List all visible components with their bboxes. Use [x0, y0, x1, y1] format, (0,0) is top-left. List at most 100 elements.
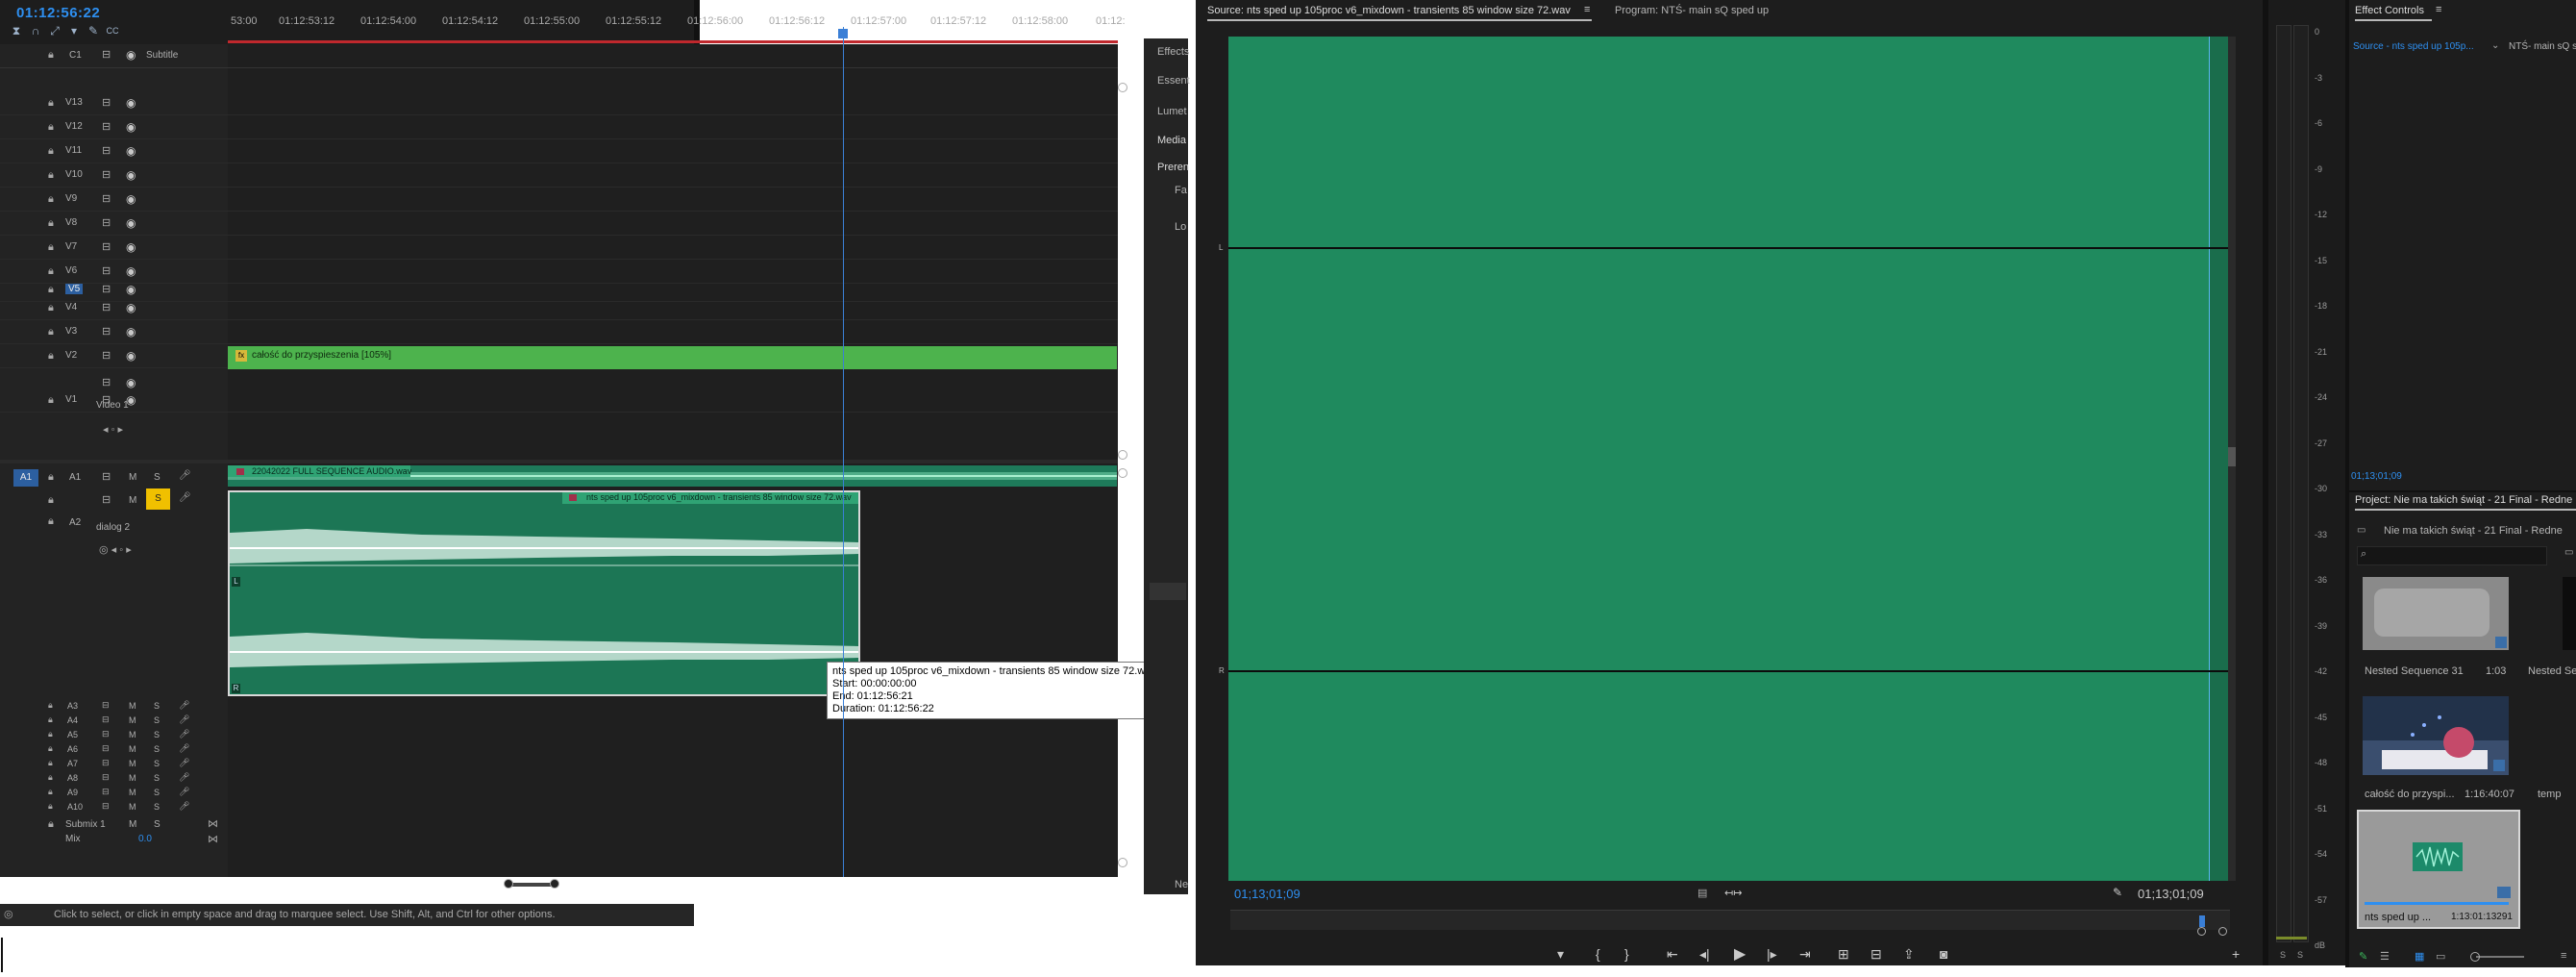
- audio-track-header[interactable]: 🔒︎ A3 ⊟ M S 🎤︎: [0, 700, 228, 714]
- eye-icon[interactable]: ◉: [126, 240, 136, 254]
- new-bin-icon[interactable]: ▭: [2564, 547, 2573, 558]
- track-name[interactable]: V9: [65, 193, 77, 204]
- program-tab[interactable]: Program: NTŚ- main sQ sped up: [1615, 5, 1769, 16]
- scroll-handle-bottom[interactable]: [1118, 858, 1127, 867]
- audio-track-header[interactable]: 🔒︎ A7 ⊟ M S 🎤︎: [0, 758, 228, 771]
- source-scroll-thumb[interactable]: [2228, 447, 2236, 466]
- chevron-down-icon[interactable]: ⌄: [2491, 40, 2499, 51]
- lock-icon[interactable]: 🔒︎: [48, 743, 53, 754]
- thumbnail-zoom-slider[interactable]: [2476, 956, 2524, 958]
- timeline-timecode[interactable]: 01:12:56:22: [16, 5, 100, 21]
- thumbnail-zoom-handle[interactable]: [2470, 952, 2480, 962]
- source-zoom-handle-r[interactable]: [2218, 927, 2227, 936]
- video-track-header[interactable]: 🔒︎ V5 ⊟ ◉: [0, 282, 228, 301]
- linked-selection-icon[interactable]: ∩: [27, 22, 44, 39]
- source-timecode-left[interactable]: 01;13;01;09: [1234, 887, 1300, 901]
- sync-lock-icon[interactable]: ⊟: [102, 96, 111, 109]
- export-frame-icon[interactable]: ⇪: [1903, 946, 1915, 963]
- source-waveform-area[interactable]: [1228, 37, 2228, 881]
- lock-icon[interactable]: 🔒︎: [48, 169, 54, 182]
- sync-lock-icon[interactable]: ⊟: [102, 168, 111, 181]
- go-to-in-icon[interactable]: ⇤: [1667, 946, 1678, 963]
- mute-button[interactable]: M: [129, 744, 136, 754]
- lock-icon[interactable]: 🔒︎: [48, 302, 54, 314]
- mute-button[interactable]: M: [129, 773, 136, 783]
- voiceover-record-icon[interactable]: 🎤︎: [179, 470, 191, 481]
- step-forward-icon[interactable]: |▸: [1767, 946, 1777, 963]
- insert-icon[interactable]: ⊞: [1838, 946, 1849, 963]
- mute-button[interactable]: M: [129, 495, 136, 506]
- icon-view-icon[interactable]: ▦: [2415, 950, 2424, 963]
- lock-icon[interactable]: 🔒︎: [48, 471, 54, 484]
- track-name[interactable]: V2: [65, 350, 77, 361]
- mute-button[interactable]: M: [129, 701, 136, 711]
- overwrite-icon[interactable]: ⊟: [1870, 946, 1882, 963]
- lock-icon[interactable]: 🔒︎: [48, 700, 53, 711]
- mute-button[interactable]: M: [129, 472, 136, 483]
- sync-lock-icon[interactable]: ⊟: [102, 48, 111, 61]
- lock-icon[interactable]: 🔒︎: [48, 729, 53, 739]
- eye-icon[interactable]: ◉: [126, 216, 136, 230]
- source-time-ruler[interactable]: [1230, 910, 2230, 930]
- track-name[interactable]: V12: [65, 121, 83, 132]
- audio-track-header[interactable]: 🔒︎ A6 ⊟ M S 🎤︎: [0, 743, 228, 757]
- lock-icon[interactable]: 🔒︎: [48, 193, 54, 206]
- eye-icon[interactable]: ◉: [126, 168, 136, 182]
- nest-icon[interactable]: ⤢: [46, 22, 63, 39]
- mix-route-icon[interactable]: ⋈: [208, 833, 218, 845]
- freeform-view-icon[interactable]: ▭: [2436, 950, 2445, 963]
- pencil-icon[interactable]: ✎: [2359, 950, 2367, 963]
- sync-lock-icon[interactable]: ⊟: [102, 301, 111, 313]
- video-track-header[interactable]: 🔒︎ V4 ⊟ ◉: [0, 300, 228, 319]
- lock-icon[interactable]: 🔒︎: [48, 758, 53, 768]
- tree-item-fa[interactable]: Fa: [1175, 185, 1187, 196]
- eye-icon[interactable]: ◉: [126, 349, 136, 363]
- solo-button[interactable]: S: [154, 819, 161, 830]
- voiceover-record-icon[interactable]: 🎤︎: [179, 743, 189, 754]
- solo-button[interactable]: S: [154, 773, 160, 783]
- sync-lock-icon[interactable]: ⊟: [102, 772, 110, 783]
- zoom-handle-left[interactable]: [504, 879, 513, 889]
- sync-lock-icon[interactable]: ⊟: [102, 700, 110, 711]
- drag-audio-icon[interactable]: ↤↦: [1724, 887, 1742, 899]
- eye-icon[interactable]: ◉: [126, 301, 136, 314]
- lock-icon[interactable]: 🔒︎: [48, 818, 54, 831]
- playhead-line[interactable]: [843, 27, 845, 877]
- lock-icon[interactable]: 🔒︎: [48, 326, 54, 338]
- lock-icon[interactable]: 🔒︎: [48, 394, 54, 407]
- lock-icon[interactable]: 🔒︎: [48, 350, 54, 363]
- sync-lock-icon[interactable]: ⊟: [102, 758, 110, 768]
- video-track-header[interactable]: 🔒︎ V9 ⊟ ◉: [0, 191, 228, 211]
- solo-button[interactable]: S: [154, 715, 160, 725]
- voiceover-record-icon[interactable]: 🎤︎: [179, 758, 189, 768]
- meter-solo-right[interactable]: S: [2297, 950, 2303, 960]
- playhead-handle[interactable]: [838, 29, 849, 38]
- voiceover-record-icon[interactable]: 🎤︎: [179, 787, 189, 797]
- eye-icon[interactable]: ◉: [126, 192, 136, 206]
- solo-button[interactable]: S: [154, 472, 161, 483]
- solo-button-active[interactable]: S: [146, 488, 170, 510]
- sync-lock-icon[interactable]: ⊟: [102, 192, 111, 205]
- captions-icon[interactable]: CC: [104, 22, 121, 39]
- sync-lock-icon[interactable]: ⊟: [102, 283, 111, 295]
- eye-icon[interactable]: ◉: [126, 96, 136, 110]
- mute-button[interactable]: M: [129, 802, 136, 812]
- a1-source-patch[interactable]: A1: [13, 469, 38, 487]
- audio-track-header[interactable]: 🔒︎ A9 ⊟ M S 🎤︎: [0, 787, 228, 800]
- add-marker-icon[interactable]: ▾: [1557, 946, 1564, 963]
- camera-icon[interactable]: ◙: [1940, 946, 1947, 962]
- mute-button[interactable]: M: [129, 819, 136, 830]
- meter-solo-left[interactable]: S: [2280, 950, 2286, 960]
- mute-button[interactable]: M: [129, 715, 136, 725]
- track-name[interactable]: V6: [65, 265, 77, 276]
- sync-lock-icon[interactable]: ⊟: [102, 240, 111, 253]
- lock-icon[interactable]: 🔒︎: [48, 284, 54, 296]
- scroll-handle-audio[interactable]: [1118, 468, 1127, 478]
- side-item-media[interactable]: Media: [1157, 135, 1186, 146]
- scroll-handle-mid[interactable]: [1118, 450, 1127, 460]
- eye-icon[interactable]: ◉: [126, 120, 136, 134]
- track-name[interactable]: V11: [65, 145, 82, 156]
- sync-lock-icon[interactable]: ⊟: [102, 325, 111, 338]
- voiceover-record-icon[interactable]: 🎤︎: [179, 700, 189, 711]
- audio-track-header[interactable]: 🔒︎ A4 ⊟ M S 🎤︎: [0, 714, 228, 728]
